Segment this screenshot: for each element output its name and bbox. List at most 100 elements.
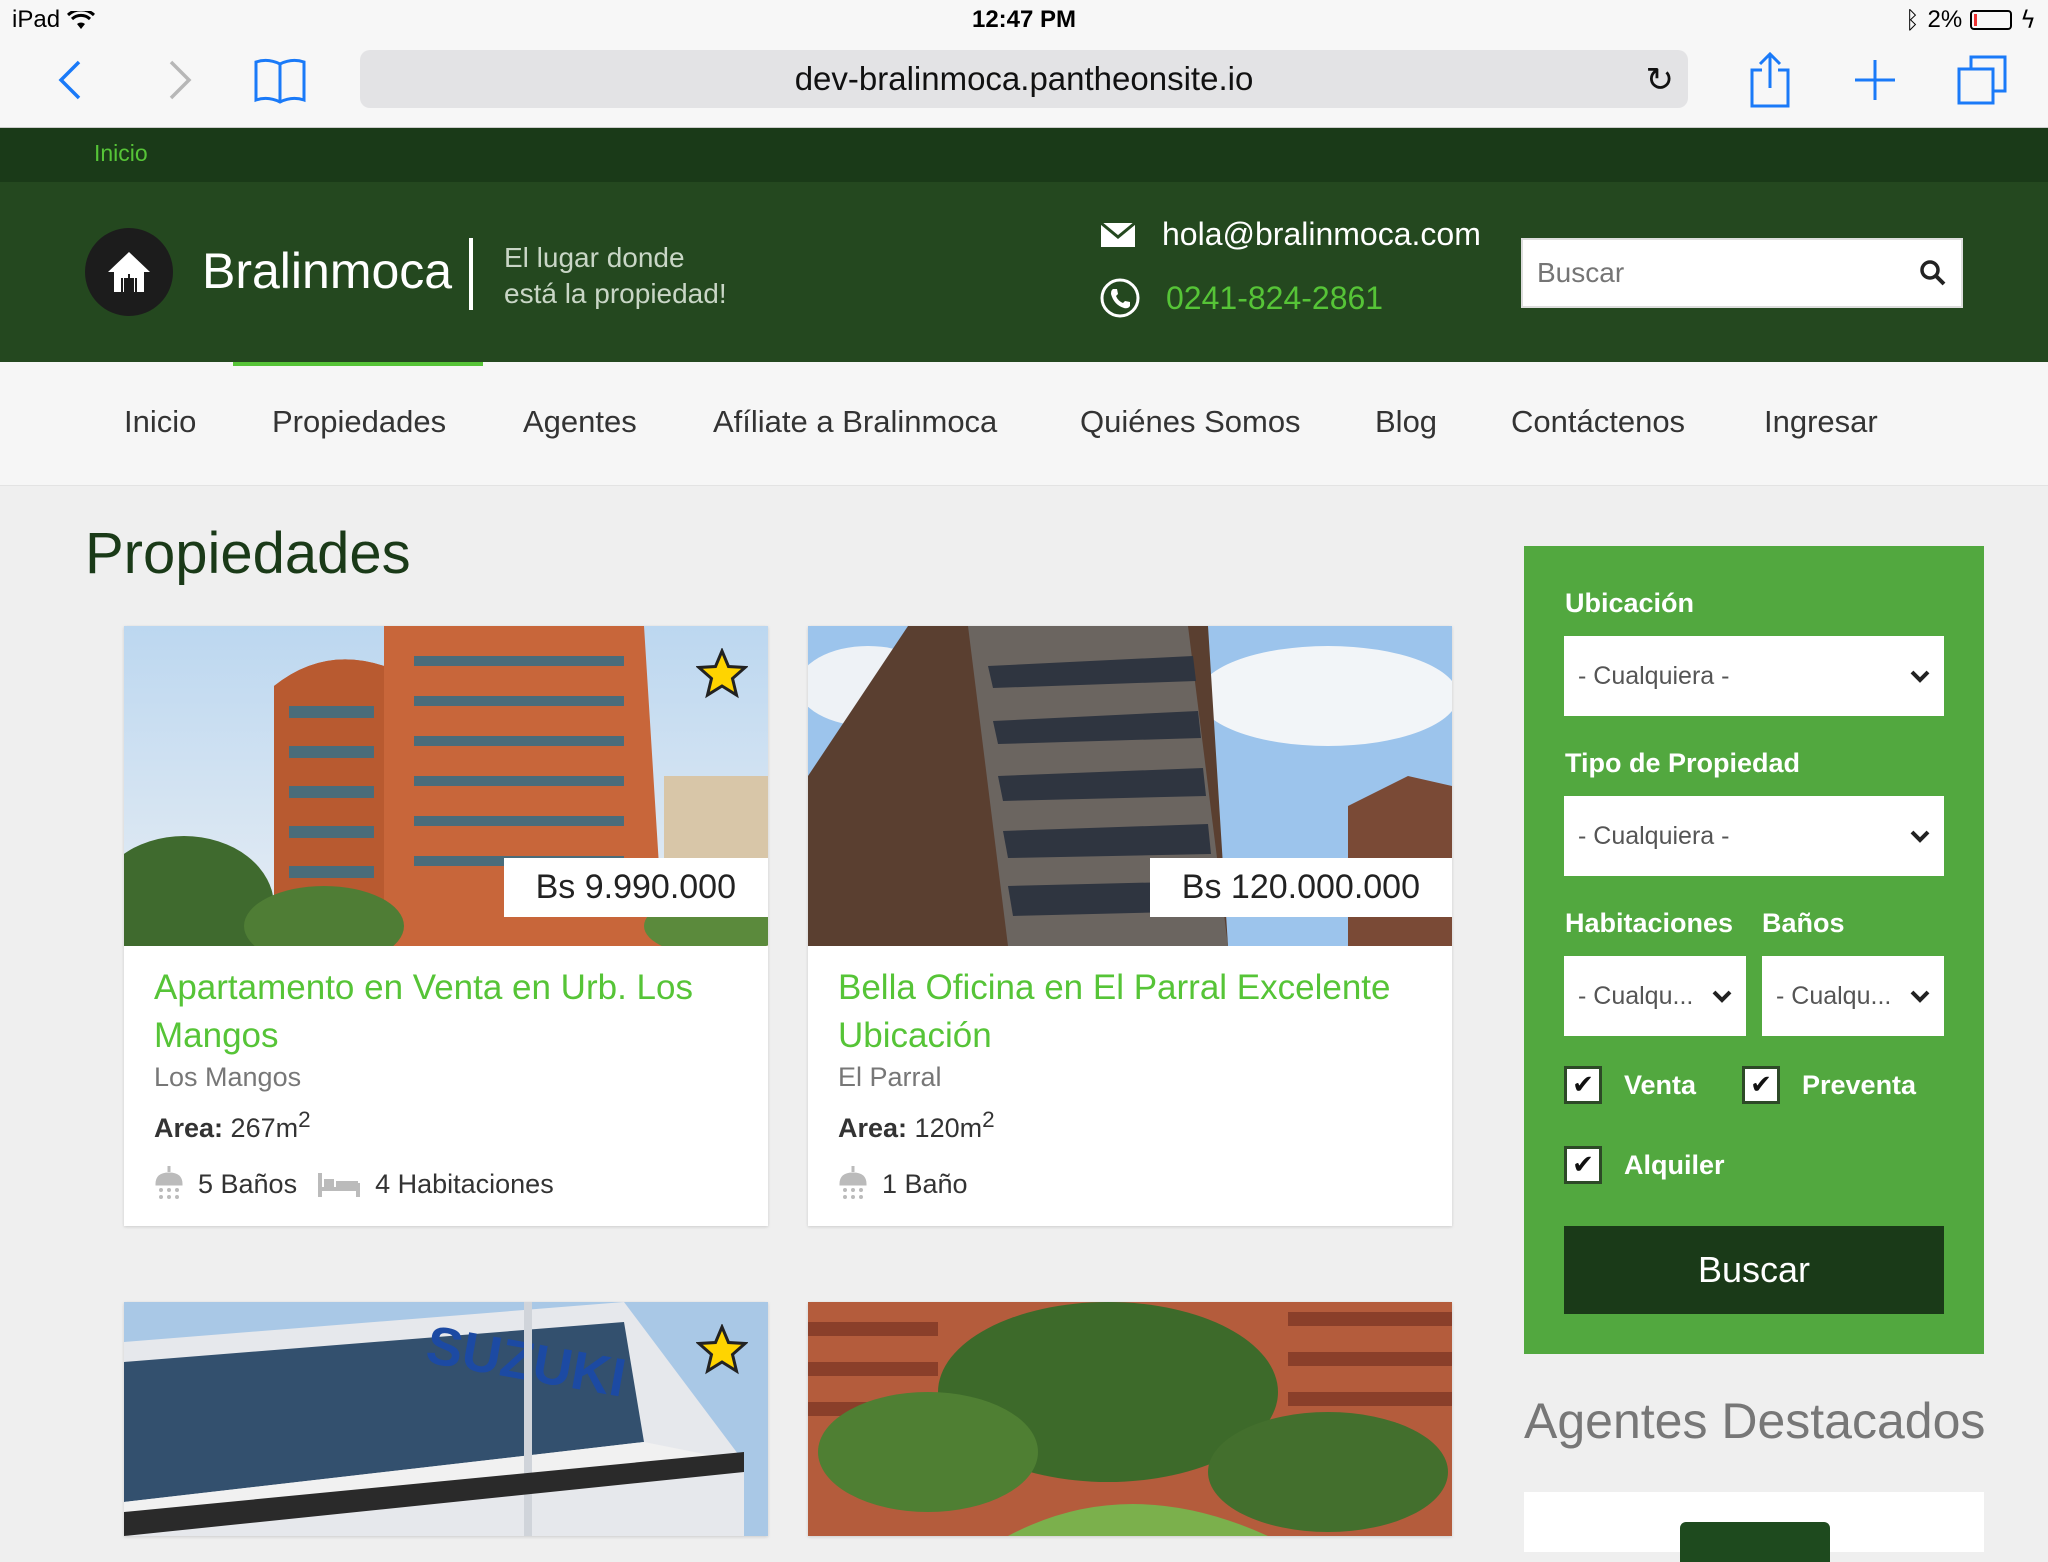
tipo-propiedad-label: Tipo de Propiedad (1565, 748, 1801, 778)
brand-name[interactable]: Bralinmoca (202, 242, 452, 300)
property-card[interactable]: SUZUKI (124, 1302, 768, 1536)
property-title[interactable]: Apartamento en Venta en Urb. Los Mangos (154, 964, 738, 1060)
area-value: 267m (230, 1113, 299, 1143)
new-tab-button[interactable] (1850, 50, 1900, 110)
area-unit-exponent: 2 (982, 1107, 995, 1132)
url-text: dev-bralinmoca.pantheonsite.io (794, 60, 1254, 97)
tipo-propiedad-select[interactable]: - Cualquiera - (1564, 796, 1944, 876)
nav-item-blog[interactable]: Blog (1375, 404, 1437, 440)
header-search (1521, 238, 1963, 308)
tagline-line-2: está la propiedad! (504, 278, 727, 309)
dealership-photo: SUZUKI (124, 1302, 768, 1536)
alquiler-label: Alquiler (1624, 1149, 1725, 1180)
baths-count: 5 Baños (198, 1168, 298, 1199)
property-location: Los Mangos (154, 1062, 302, 1092)
agent-card[interactable] (1524, 1492, 1984, 1562)
area-value: 120m (914, 1113, 983, 1143)
shower-icon (155, 1166, 183, 1199)
chevron-down-icon (1712, 990, 1732, 1003)
property-title[interactable]: Bella Oficina en El Parral Excelente Ubi… (838, 964, 1422, 1060)
search-button[interactable]: Buscar (1564, 1226, 1944, 1314)
search-icon[interactable] (1919, 259, 1947, 287)
forward-button[interactable] (160, 50, 200, 110)
chevron-left-icon (58, 60, 81, 100)
phone-text: 0241-824-2861 (1166, 279, 1384, 316)
charging-icon: ϟ (2020, 6, 2036, 34)
contact-phone[interactable]: 0241-824-2861 (1100, 278, 1383, 318)
status-time: 12:47 PM (971, 6, 1077, 33)
page-title: Propiedades (85, 521, 411, 586)
habitaciones-value: - Cualqu... (1578, 981, 1694, 1010)
check-icon: ✔ (1742, 1066, 1780, 1104)
plus-icon (1855, 60, 1895, 100)
search-input[interactable] (1537, 257, 1919, 289)
top-strip: Inicio (0, 128, 2048, 182)
email-text: hola@bralinmoca.com (1162, 216, 1481, 252)
price-tag: Bs 9.990.000 (503, 858, 768, 917)
battery-icon (1970, 10, 2013, 30)
habitaciones-select[interactable]: - Cualqu... (1564, 956, 1746, 1036)
preventa-label: Preventa (1802, 1069, 1917, 1100)
ubicacion-label: Ubicación (1565, 588, 1695, 618)
featured-star-icon (696, 648, 748, 699)
book-icon (254, 58, 306, 104)
property-location: El Parral (838, 1062, 942, 1092)
ubicacion-value: - Cualquiera - (1578, 661, 1730, 690)
nav-item-quienes-somos[interactable]: Quiénes Somos (1080, 404, 1301, 440)
address-bar[interactable]: dev-bralinmoca.pantheonsite.io ↻ (360, 50, 1688, 108)
banos-label: Baños (1762, 908, 1845, 938)
area-label: Area: (154, 1113, 224, 1143)
chevron-down-icon (1910, 670, 1930, 683)
chevron-right-icon (169, 60, 192, 100)
envelope-icon (1100, 221, 1136, 247)
property-card[interactable]: Bs 120.000.000 Bella Oficina en El Parra… (808, 626, 1452, 1226)
contact-email[interactable]: hola@bralinmoca.com (1100, 216, 1481, 253)
property-card[interactable]: Bs 9.990.000 Apartamento en Venta en Urb… (124, 626, 768, 1226)
bed-icon (318, 1173, 361, 1197)
search-filter-panel: Ubicación - Cualquiera - Tipo de Propied… (1524, 546, 1984, 1354)
logo[interactable] (85, 228, 173, 316)
property-card[interactable] (808, 1302, 1452, 1536)
breadcrumb-home-link[interactable]: Inicio (94, 140, 148, 167)
property-area: Area: 267m2 (154, 1107, 738, 1144)
garden-photo (808, 1302, 1452, 1536)
bluetooth-icon: ᛒ (1905, 6, 1920, 34)
nav-item-agentes[interactable]: Agentes (523, 404, 637, 440)
shower-icon (839, 1166, 867, 1199)
bookmarks-button[interactable] (250, 50, 310, 110)
check-icon: ✔ (1564, 1066, 1602, 1104)
brand-divider (469, 238, 473, 310)
property-photo[interactable]: Bs 120.000.000 (808, 626, 1452, 946)
area-label: Area: (838, 1113, 908, 1143)
main-nav: Inicio Propiedades Agentes Afíliate a Br… (0, 362, 2048, 486)
baths-count: 1 Baño (882, 1168, 968, 1199)
featured-star-icon (696, 1324, 748, 1375)
property-photo[interactable]: Bs 9.990.000 (124, 626, 768, 946)
nav-item-afiliate[interactable]: Afíliate a Bralinmoca (713, 404, 997, 440)
back-button[interactable] (50, 50, 90, 110)
alquiler-checkbox[interactable]: ✔ Alquiler (1564, 1146, 1725, 1184)
nav-item-ingresar[interactable]: Ingresar (1764, 404, 1878, 440)
share-icon (1750, 52, 1790, 108)
phone-icon (1100, 278, 1140, 318)
check-icon: ✔ (1564, 1146, 1602, 1184)
reload-icon[interactable]: ↻ (1646, 60, 1675, 100)
tagline: El lugar donde está la propiedad! (504, 240, 764, 312)
tabs-button[interactable] (1955, 50, 2009, 110)
ubicacion-select[interactable]: - Cualquiera - (1564, 636, 1944, 716)
rooms-count: 4 Habitaciones (375, 1168, 554, 1199)
card-body: Bella Oficina en El Parral Excelente Ubi… (808, 946, 1452, 1226)
venta-checkbox[interactable]: ✔ Venta (1564, 1066, 1696, 1104)
preventa-checkbox[interactable]: ✔ Preventa (1742, 1066, 1916, 1104)
area-unit-exponent: 2 (298, 1107, 311, 1132)
browser-toolbar: dev-bralinmoca.pantheonsite.io ↻ (0, 40, 2048, 128)
chevron-down-icon (1910, 830, 1930, 843)
nav-item-contactenos[interactable]: Contáctenos (1511, 404, 1685, 440)
banos-select[interactable]: - Cualqu... (1762, 956, 1944, 1036)
chevron-down-icon (1910, 990, 1930, 1003)
nav-item-inicio[interactable]: Inicio (124, 404, 196, 440)
nav-item-propiedades[interactable]: Propiedades (272, 404, 446, 440)
property-features: 1 Baño (838, 1166, 1422, 1202)
share-button[interactable] (1745, 50, 1795, 110)
tabs-icon (1957, 55, 2007, 105)
